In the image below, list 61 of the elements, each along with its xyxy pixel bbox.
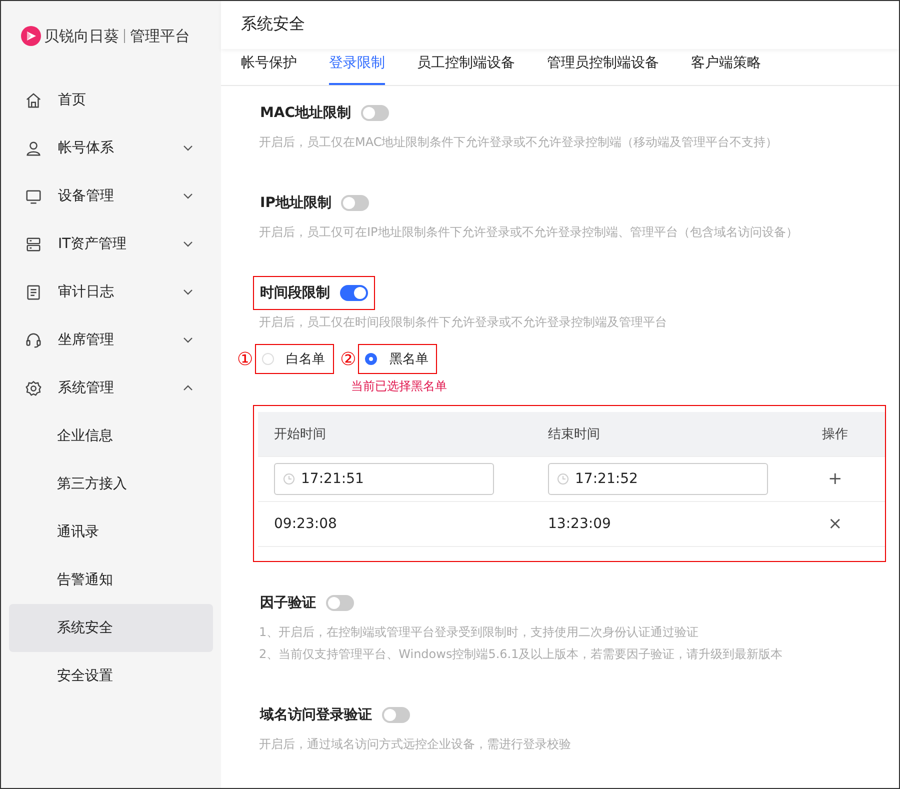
setting-description: 开启后，员工仅可在IP地址限制条件下允许登录或不允许登录控制端、管理平台（包含域名访问设备） — [259, 224, 799, 241]
sidebar-item[interactable]: 坐席管理 — [1, 316, 221, 364]
sidebar-item[interactable]: 系统管理 — [1, 364, 221, 412]
tab[interactable]: 登录限制 — [329, 54, 385, 85]
setting-title: MAC地址限制 — [260, 104, 352, 122]
toggle-switch[interactable] — [341, 195, 370, 211]
annotation-number: ① — [237, 348, 254, 370]
annotation-number: ② — [340, 348, 356, 370]
user-icon — [25, 140, 42, 156]
product-name: 管理平台 — [130, 26, 190, 46]
sidebar-subitem[interactable]: 企业信息 — [9, 412, 213, 460]
sidebar-item[interactable]: 审计日志 — [1, 268, 221, 316]
sidebar-item[interactable]: 帐号体系 — [1, 124, 221, 172]
table-cell-text: 13:23:09 — [547, 516, 612, 532]
tab[interactable]: 管理员控制端设备 — [547, 54, 659, 85]
sidebar-subitem[interactable]: 通讯录 — [9, 508, 213, 556]
server-icon — [25, 236, 42, 252]
tab[interactable]: 帐号保护 — [241, 54, 297, 85]
toggle-switch[interactable] — [382, 707, 410, 723]
sidebar-item[interactable]: 首页 — [1, 76, 221, 124]
setting-description: 开启后，员工仅在MAC地址限制条件下允许登录或不允许登录控制端（移动端及管理平台不支持） — [259, 134, 779, 151]
sidebar-subitem[interactable]: 系统安全 — [9, 604, 213, 652]
toggle-switch[interactable] — [326, 595, 354, 611]
logo-icon — [21, 26, 41, 46]
headset-icon — [25, 332, 42, 348]
setting-title: 因子验证 — [260, 594, 316, 612]
setting-description: 开启后，通过域名访问方式远控企业设备，需进行登录校验 — [259, 736, 572, 753]
toggle-switch[interactable] — [361, 105, 390, 121]
sidebar-subitem[interactable]: 安全设置 — [9, 652, 213, 700]
clock-icon — [283, 473, 295, 485]
tab[interactable]: 员工控制端设备 — [417, 54, 515, 85]
add-button[interactable]: + — [824, 469, 846, 489]
sidebar-subitem[interactable]: 告警通知 — [9, 556, 213, 604]
setting-title: 域名访问登录验证 — [260, 706, 372, 724]
table-cell-text: 09:23:08 — [273, 516, 338, 532]
column-header: 开始时间 — [273, 426, 327, 443]
column-header: 结束时间 — [547, 426, 601, 443]
delete-button[interactable]: × — [824, 514, 846, 534]
annotation-note: 当前已选择黑名单 — [351, 378, 448, 395]
setting-description: 开启后，员工仅在时间段限制条件下允许登录或不允许登录控制端及管理平台 — [259, 314, 668, 331]
monitor-icon — [25, 188, 42, 204]
tab[interactable]: 客户端策略 — [691, 54, 761, 85]
sidebar-subitem[interactable]: 第三方接入 — [9, 460, 213, 508]
sidebar-item[interactable]: IT资产管理 — [1, 220, 221, 268]
doc-icon — [25, 284, 42, 300]
time-input[interactable]: 17:21:52 — [548, 463, 768, 495]
radio-option[interactable]: 黑名单 — [358, 344, 438, 374]
clock-icon — [557, 473, 569, 485]
setting-description: 1、开启后，在控制端或管理平台登录受到限制时，支持使用二次身份认证通过验证 — [259, 624, 700, 641]
column-header: 操作 — [821, 426, 849, 443]
brand-name: 贝锐向日葵 — [44, 26, 119, 46]
time-input[interactable]: 17:21:51 — [274, 463, 494, 495]
setting-title: IP地址限制 — [260, 194, 332, 212]
radio-option[interactable]: 白名单 — [255, 344, 334, 374]
gear-icon — [25, 380, 42, 396]
page-title: 系统安全 — [241, 14, 305, 36]
setting-description: 2、当前仅支持管理平台、Windows控制端5.6.1及以上版本，若需要因子验证，请升级到最新版本 — [259, 646, 784, 663]
sidebar-item[interactable]: 设备管理 — [1, 172, 221, 220]
home-icon — [25, 92, 42, 108]
setting-title: 时间段限制 — [260, 284, 330, 302]
toggle-switch[interactable] — [340, 285, 368, 301]
